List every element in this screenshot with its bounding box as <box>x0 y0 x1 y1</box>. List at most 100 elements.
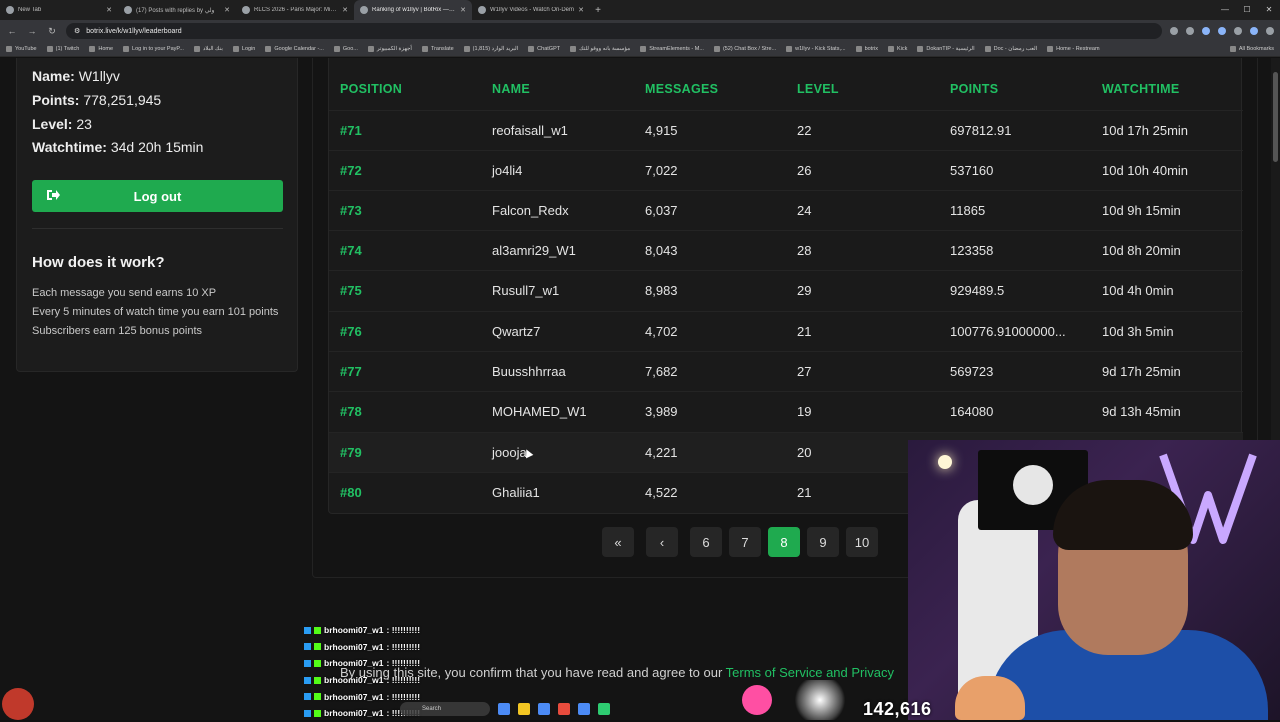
cookie-text: By using this site, you confirm that you… <box>340 665 726 680</box>
bookmark-star-icon[interactable] <box>1186 27 1194 35</box>
browser-tab[interactable]: New Tab ✕ <box>0 0 118 20</box>
profile-avatar-icon[interactable] <box>1250 27 1258 35</box>
back-icon[interactable]: ← <box>6 26 18 36</box>
bookmark-item[interactable]: Home <box>89 46 113 52</box>
bookmark-item[interactable]: (1,815) البريد الوارد <box>463 46 518 52</box>
table-row[interactable]: #73 Falcon_Redx 6,037 24 11865 10d 9h 15… <box>329 190 1243 230</box>
cell-position: #73 <box>340 203 362 218</box>
table-row[interactable]: #77 Buusshhrraa 7,682 27 569723 9d 17h 2… <box>329 351 1243 391</box>
bookmark-item[interactable]: StreamElements - M... <box>640 46 704 52</box>
maximize-icon[interactable]: ☐ <box>1236 0 1258 20</box>
bookmark-item[interactable]: botrix <box>855 46 878 52</box>
bookmark-item[interactable]: Kick <box>888 46 907 52</box>
bookmark-item[interactable]: Login <box>232 46 255 52</box>
cell-name: jo4li4 <box>492 163 523 178</box>
cell-name: al3amri29_W1 <box>492 243 576 258</box>
taskbar-app-icon[interactable] <box>598 703 610 715</box>
bookmark-item[interactable]: w1llyv - Kick Stats,... <box>786 46 846 52</box>
cell-messages: 3,989 <box>645 404 678 419</box>
bookmark-item[interactable]: Doc - العب رمضان <box>984 46 1037 52</box>
close-icon[interactable]: ✕ <box>224 6 230 14</box>
bookmark-item[interactable]: مؤسسة بانه ووقو للتك <box>570 46 630 52</box>
first-page-button[interactable]: « <box>602 527 634 557</box>
profile-name: Name: W1llyv <box>32 68 120 84</box>
webcam-overlay <box>908 440 1280 720</box>
bookmark-item[interactable]: Goo... <box>333 46 358 52</box>
site-info-icon[interactable]: ⚙ <box>74 27 80 35</box>
skull-icon <box>1013 465 1053 505</box>
page-button[interactable]: 10 <box>846 527 878 557</box>
cell-name: Buusshhrraa <box>492 364 566 379</box>
folder-icon[interactable] <box>518 703 530 715</box>
page-button[interactable]: 6 <box>690 527 722 557</box>
bookmark-item[interactable]: ChatGPT <box>528 46 560 52</box>
cell-messages: 4,702 <box>645 324 678 339</box>
minimize-icon[interactable]: — <box>1214 0 1236 20</box>
column-header-name[interactable]: NAME <box>492 82 530 96</box>
bookmark-icon <box>570 46 577 52</box>
cell-position: #75 <box>340 283 362 298</box>
prev-page-button[interactable]: ‹ <box>646 527 678 557</box>
close-icon[interactable]: ✕ <box>342 6 348 14</box>
taskbar-app-icon[interactable] <box>498 703 510 715</box>
taskbar-search[interactable]: Search <box>400 702 490 716</box>
browser-tab-active[interactable]: Ranking of w1llyv | BotRix — Ci ✕ <box>354 0 472 20</box>
bookmark-item[interactable]: (52) Chat Box / Stre... <box>713 46 776 52</box>
extension-icon[interactable] <box>1202 27 1210 35</box>
taskbar-app-icon[interactable] <box>538 703 550 715</box>
column-header-messages[interactable]: MESSAGES <box>645 82 718 96</box>
bookmark-item[interactable]: (1) Twitch <box>46 46 79 52</box>
table-row[interactable]: #75 Rusull7_w1 8,983 29 929489.5 10d 4h … <box>329 270 1243 310</box>
browser-tab[interactable]: (17) Posts with replies by ولي ✕ <box>118 0 236 20</box>
browser-tab[interactable]: W1llyv Videos - Watch On-Dem ✕ <box>472 0 590 20</box>
close-window-icon[interactable]: ✕ <box>1258 0 1280 20</box>
cell-watchtime: 10d 8h 20min <box>1102 243 1181 258</box>
logout-button[interactable]: Log out <box>32 180 283 212</box>
page-button[interactable]: 9 <box>807 527 839 557</box>
close-icon[interactable]: ✕ <box>578 6 584 14</box>
bookmark-item[interactable]: Home - Restream <box>1047 46 1100 52</box>
all-bookmarks-button[interactable]: All Bookmarks <box>1229 46 1274 52</box>
folder-icon <box>1229 46 1236 52</box>
table-row[interactable]: #72 jo4li4 7,022 26 537160 10d 10h 40min <box>329 150 1243 190</box>
menu-icon[interactable] <box>1266 27 1274 35</box>
bookmark-item[interactable]: Translate <box>421 46 454 52</box>
column-header-level[interactable]: LEVEL <box>797 82 839 96</box>
zoom-icon[interactable] <box>1170 27 1178 35</box>
chevron-left-icon: ‹ <box>659 534 665 550</box>
bookmark-item[interactable]: DokanTIP - الرئيسية <box>917 46 975 52</box>
browser-tab[interactable]: RLCS 2026 - Paris Major: Middl ✕ <box>236 0 354 20</box>
bookmark-item[interactable]: بنك البلاد <box>193 46 223 52</box>
table-row[interactable]: #71 reofaisall_w1 4,915 22 697812.91 10d… <box>329 110 1243 150</box>
url-input[interactable]: ⚙ botrix.live/k/w1llyv/leaderboard <box>66 23 1162 39</box>
page-button[interactable]: 7 <box>729 527 761 557</box>
table-row[interactable]: #76 Qwartz7 4,702 21 100776.91000000... … <box>329 311 1243 351</box>
close-icon[interactable]: ✕ <box>460 6 466 14</box>
bookmark-item[interactable]: أجهزة الكمبيوتر <box>367 46 412 52</box>
bookmark-item[interactable]: Log in to your PayP... <box>123 46 184 52</box>
reload-icon[interactable]: ↻ <box>46 26 58 37</box>
table-row[interactable]: #74 al3amri29_W1 8,043 28 123358 10d 8h … <box>329 230 1243 270</box>
chat-message: brhoomi07_w1: !!!!!!!!!! <box>304 622 474 639</box>
table-row[interactable]: #78 MOHAMED_W1 3,989 19 164080 9d 13h 45… <box>329 391 1243 431</box>
mascot-icon <box>2 688 34 720</box>
bookmark-item[interactable]: Google Calendar -... <box>265 46 324 52</box>
bookmark-item[interactable]: YouTube <box>6 46 37 52</box>
column-header-points[interactable]: POINTS <box>950 82 998 96</box>
terms-link[interactable]: Terms of Service and Privacy <box>726 665 894 680</box>
column-header-watchtime[interactable]: WATCHTIME <box>1102 82 1179 96</box>
extension-icon[interactable] <box>1218 27 1226 35</box>
viewer-count: 142,616 <box>863 699 932 719</box>
column-header-position[interactable]: POSITION <box>340 82 402 96</box>
page-button-active[interactable]: 8 <box>768 527 800 557</box>
new-tab-button[interactable]: + <box>590 5 606 16</box>
chrome-icon[interactable] <box>558 703 570 715</box>
scrollbar-thumb[interactable] <box>1273 72 1278 162</box>
bookmark-icon <box>367 46 374 52</box>
extension-icon[interactable] <box>1234 27 1242 35</box>
bookmark-icon <box>89 46 96 52</box>
tab-label: Ranking of w1llyv | BotRix — Ci <box>372 7 457 13</box>
forward-icon[interactable]: → <box>26 26 38 36</box>
taskbar-app-icon[interactable] <box>578 703 590 715</box>
close-icon[interactable]: ✕ <box>106 6 112 14</box>
